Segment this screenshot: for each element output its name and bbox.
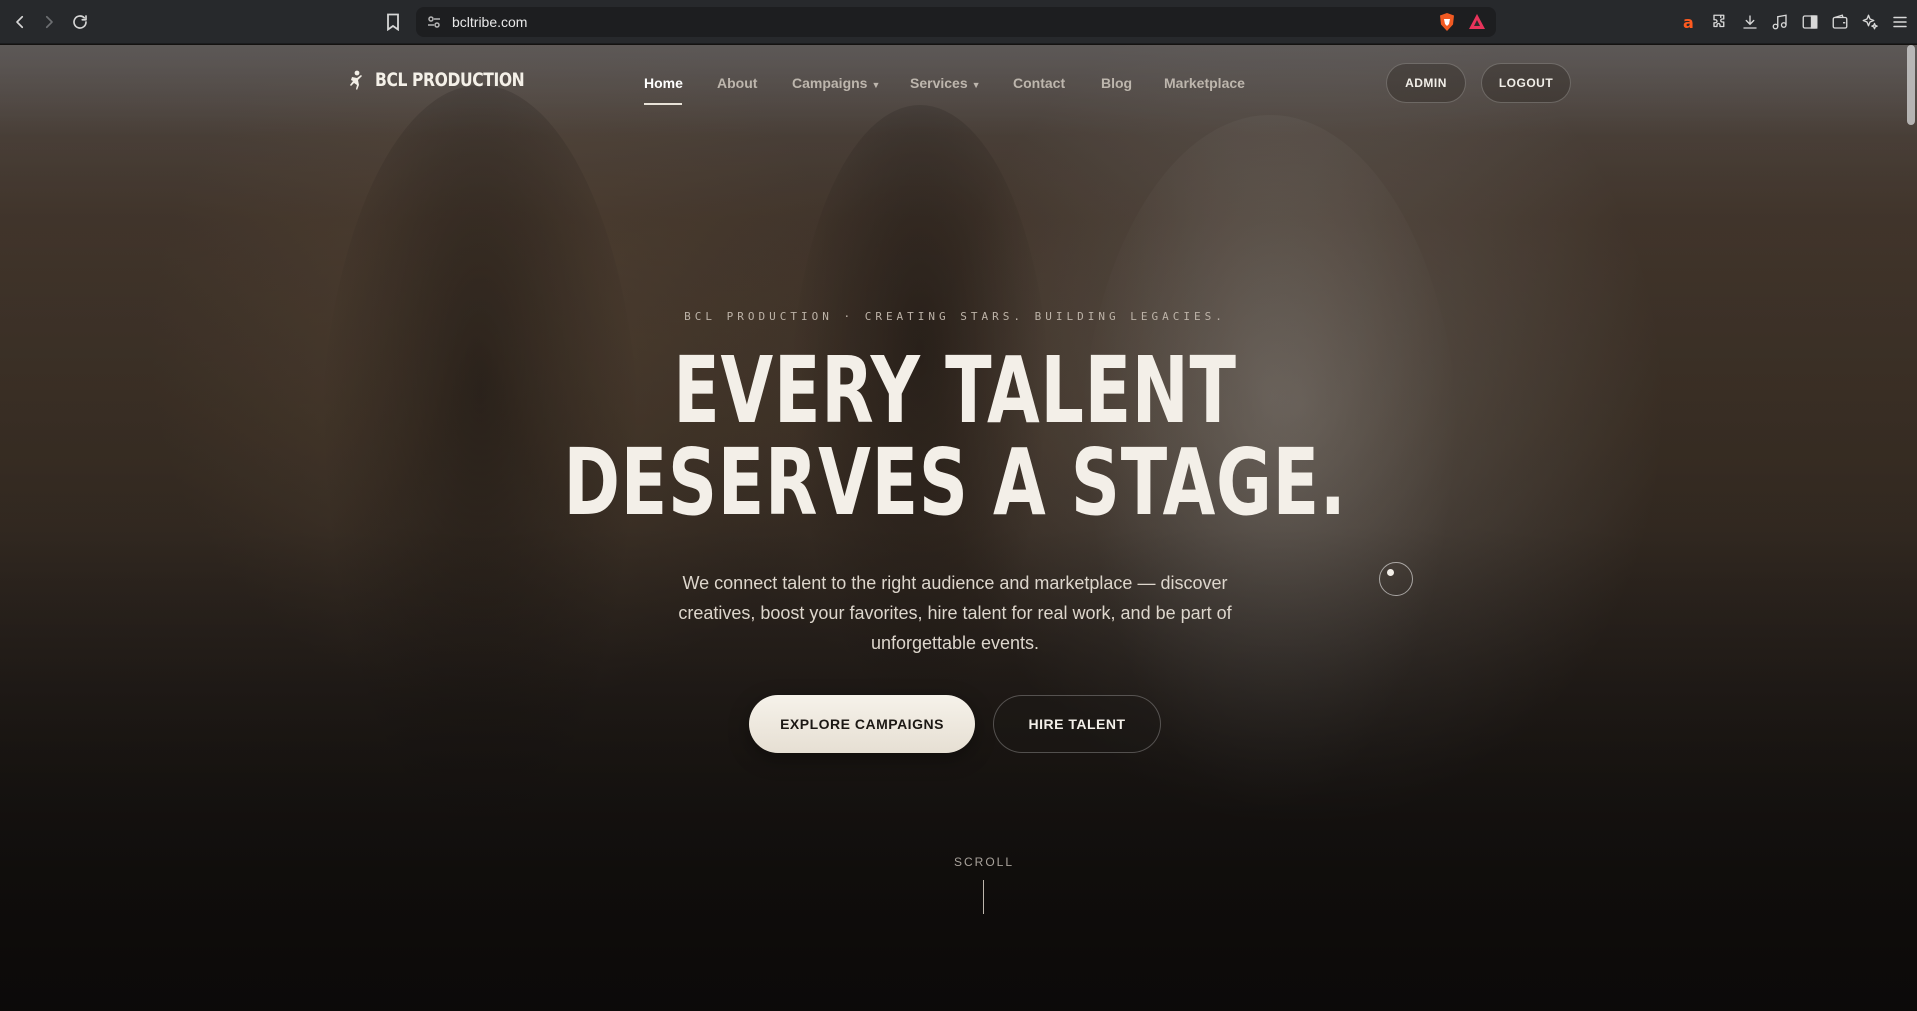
nav-about[interactable]: About xyxy=(717,75,757,91)
back-button[interactable] xyxy=(8,10,32,34)
hero-section: BCL PRODUCTION Home About Campaigns ▼ Ser… xyxy=(0,45,1917,1011)
bookmark-button[interactable] xyxy=(381,10,405,34)
nav-campaigns[interactable]: Campaigns ▼ xyxy=(792,75,880,91)
admin-button[interactable]: ADMIN xyxy=(1386,63,1466,103)
download-icon[interactable] xyxy=(1739,11,1761,33)
nav-home[interactable]: Home xyxy=(644,75,683,91)
arrow-left-icon xyxy=(16,15,24,29)
hire-talent-button[interactable]: HIRE TALENT xyxy=(993,695,1161,753)
arrow-right-icon xyxy=(45,15,53,29)
reload-button[interactable] xyxy=(68,10,92,34)
nav-blog[interactable]: Blog xyxy=(1101,75,1132,91)
custom-cursor-dot xyxy=(1387,569,1394,576)
hero-description: We connect talent to the right audience … xyxy=(678,573,1232,653)
logout-button[interactable]: LOGOUT xyxy=(1481,63,1571,103)
forward-button[interactable] xyxy=(37,10,61,34)
puzzle-icon[interactable] xyxy=(1709,11,1731,33)
nav-services[interactable]: Services ▼ xyxy=(910,75,981,91)
brave-rewards-icon[interactable] xyxy=(1468,13,1486,31)
explore-campaigns-button[interactable]: EXPLORE CAMPAIGNS xyxy=(749,695,975,753)
chevron-down-icon: ▼ xyxy=(971,80,981,90)
sidebar-icon[interactable] xyxy=(1799,11,1821,33)
hero-headline: EVERY TALENT DESERVES A STAGE. xyxy=(0,345,1910,529)
nav-active-indicator xyxy=(644,103,682,105)
address-bar[interactable]: bcltribe.com xyxy=(416,7,1496,37)
site-settings-icon[interactable] xyxy=(426,14,442,30)
nav-contact[interactable]: Contact xyxy=(1013,75,1065,91)
aliexpress-icon[interactable]: a xyxy=(1678,11,1700,33)
custom-cursor-ring xyxy=(1379,562,1413,596)
headline-line-1: EVERY TALENT xyxy=(673,337,1237,444)
headline-line-2: DESERVES A STAGE. xyxy=(563,429,1347,536)
music-icon[interactable] xyxy=(1769,11,1791,33)
chevron-down-icon: ▼ xyxy=(871,80,881,90)
browser-toolbar: bcltribe.com a xyxy=(0,0,1917,44)
svg-text:a: a xyxy=(1683,13,1694,31)
dancer-logo-icon xyxy=(350,70,362,90)
leo-ai-icon[interactable] xyxy=(1859,11,1881,33)
hero-tagline: BCL PRODUCTION · CREATING STARS. BUILDIN… xyxy=(684,310,1226,323)
scroll-indicator-label: SCROLL xyxy=(954,855,1015,869)
site-logo[interactable]: BCL PRODUCTION xyxy=(345,69,557,91)
nav-services-label: Services xyxy=(910,75,968,91)
reload-icon xyxy=(73,15,87,29)
menu-icon[interactable] xyxy=(1889,11,1911,33)
nav-campaigns-label: Campaigns xyxy=(792,75,868,91)
scroll-indicator-line xyxy=(983,880,984,914)
page-scrollbar[interactable] xyxy=(1907,45,1915,125)
wallet-icon[interactable] xyxy=(1829,11,1851,33)
brave-shield-icon[interactable] xyxy=(1437,12,1457,32)
url-text[interactable]: bcltribe.com xyxy=(452,14,527,30)
logo-text: BCL PRODUCTION xyxy=(375,69,525,91)
bookmark-icon xyxy=(387,13,399,31)
nav-marketplace[interactable]: Marketplace xyxy=(1164,75,1245,91)
